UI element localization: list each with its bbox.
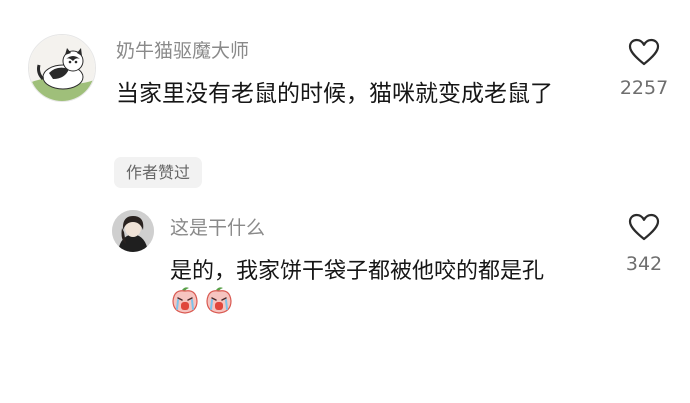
comment-like-count: 2257 <box>619 77 669 99</box>
comment-like-button[interactable] <box>628 38 660 70</box>
crying-peach-emoji-icon <box>206 287 232 314</box>
replier-username[interactable]: 这是干什么 <box>170 213 265 240</box>
comment-text: 当家里没有老鼠的时候，猫咪就变成老鼠了 <box>116 81 553 107</box>
person-avatar-icon <box>112 210 154 252</box>
reply-like-count: 342 <box>625 253 663 275</box>
heart-outline-icon <box>628 213 660 241</box>
reply-text: 是的，我家饼干袋子都被他咬的都是孔 <box>170 259 545 284</box>
cow-cat-avatar-icon <box>29 35 95 101</box>
heart-outline-icon <box>628 38 660 66</box>
replier-avatar[interactable] <box>112 210 154 252</box>
reply-emojis <box>170 285 234 315</box>
commenter-username[interactable]: 奶牛猫驱魔大师 <box>116 36 249 63</box>
crying-peach-emoji-icon <box>172 287 198 314</box>
commenter-avatar[interactable] <box>28 34 96 102</box>
reply-like-button[interactable] <box>628 213 660 245</box>
author-liked-badge: 作者赞过 <box>114 157 203 188</box>
